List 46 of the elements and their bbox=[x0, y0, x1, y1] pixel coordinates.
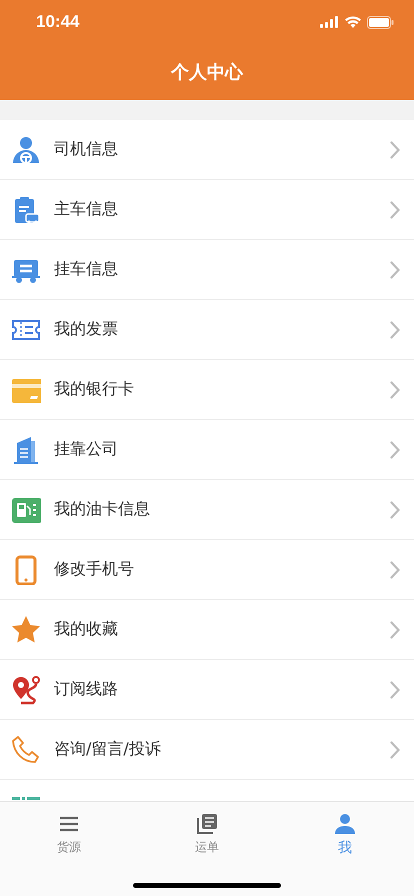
menu-label: 司机信息 bbox=[54, 139, 119, 160]
chevron-icon bbox=[390, 200, 400, 218]
chevron-icon bbox=[390, 680, 400, 698]
menu-label: 订阅线路 bbox=[54, 679, 119, 700]
menu-item[interactable]: 主车信息 bbox=[0, 180, 414, 240]
person-icon bbox=[333, 812, 357, 836]
page-title: 个人中心 bbox=[171, 61, 243, 84]
person-wheel-icon bbox=[11, 134, 41, 164]
menu-item[interactable]: 咨询/留言/投诉 bbox=[0, 720, 414, 780]
menu-label: 咨询/留言/投诉 bbox=[54, 739, 162, 760]
chevron-icon bbox=[390, 620, 400, 638]
menu-label: 我的收藏 bbox=[54, 619, 119, 640]
menu-label: 我的银行卡 bbox=[54, 379, 135, 400]
menu-item[interactable]: 我的收藏 bbox=[0, 600, 414, 660]
menu-label: 我的油卡信息 bbox=[54, 499, 151, 520]
telephone-icon bbox=[11, 734, 41, 764]
signal-icon bbox=[320, 16, 339, 28]
menu-label: 主车信息 bbox=[54, 199, 119, 220]
status-time: 10:44 bbox=[36, 12, 80, 32]
chevron-icon bbox=[390, 500, 400, 518]
menu-item[interactable]: 修改手机号 bbox=[0, 540, 414, 600]
menu-item[interactable]: 挂车信息 bbox=[0, 240, 414, 300]
chevron-icon bbox=[390, 320, 400, 338]
battery-icon bbox=[367, 16, 394, 28]
chevron-icon bbox=[390, 380, 400, 398]
building-icon bbox=[11, 434, 41, 464]
document-stack-icon bbox=[195, 812, 219, 836]
star-icon bbox=[11, 614, 41, 644]
menu-label: 挂靠公司 bbox=[54, 439, 119, 460]
menu-label: 挂车信息 bbox=[54, 259, 119, 280]
chevron-icon bbox=[390, 440, 400, 458]
chevron-icon bbox=[390, 740, 400, 758]
menu-item[interactable]: 司机信息 bbox=[0, 120, 414, 180]
menu-item[interactable]: 我的发票 bbox=[0, 300, 414, 360]
menu-item[interactable]: 订阅线路 bbox=[0, 660, 414, 720]
wifi-icon bbox=[345, 16, 361, 28]
route-pin-icon bbox=[11, 674, 41, 704]
menu-label: 我的发票 bbox=[54, 319, 119, 340]
menu-item[interactable]: 挂靠公司 bbox=[0, 420, 414, 480]
chevron-icon bbox=[390, 140, 400, 158]
chevron-icon bbox=[390, 260, 400, 278]
menu-item[interactable]: 我的银行卡 bbox=[0, 360, 414, 420]
menu-label: 修改手机号 bbox=[54, 559, 135, 580]
menu-item[interactable]: 我的油卡信息 bbox=[0, 480, 414, 540]
ledger-icon bbox=[11, 796, 41, 801]
chevron-icon bbox=[390, 560, 400, 578]
